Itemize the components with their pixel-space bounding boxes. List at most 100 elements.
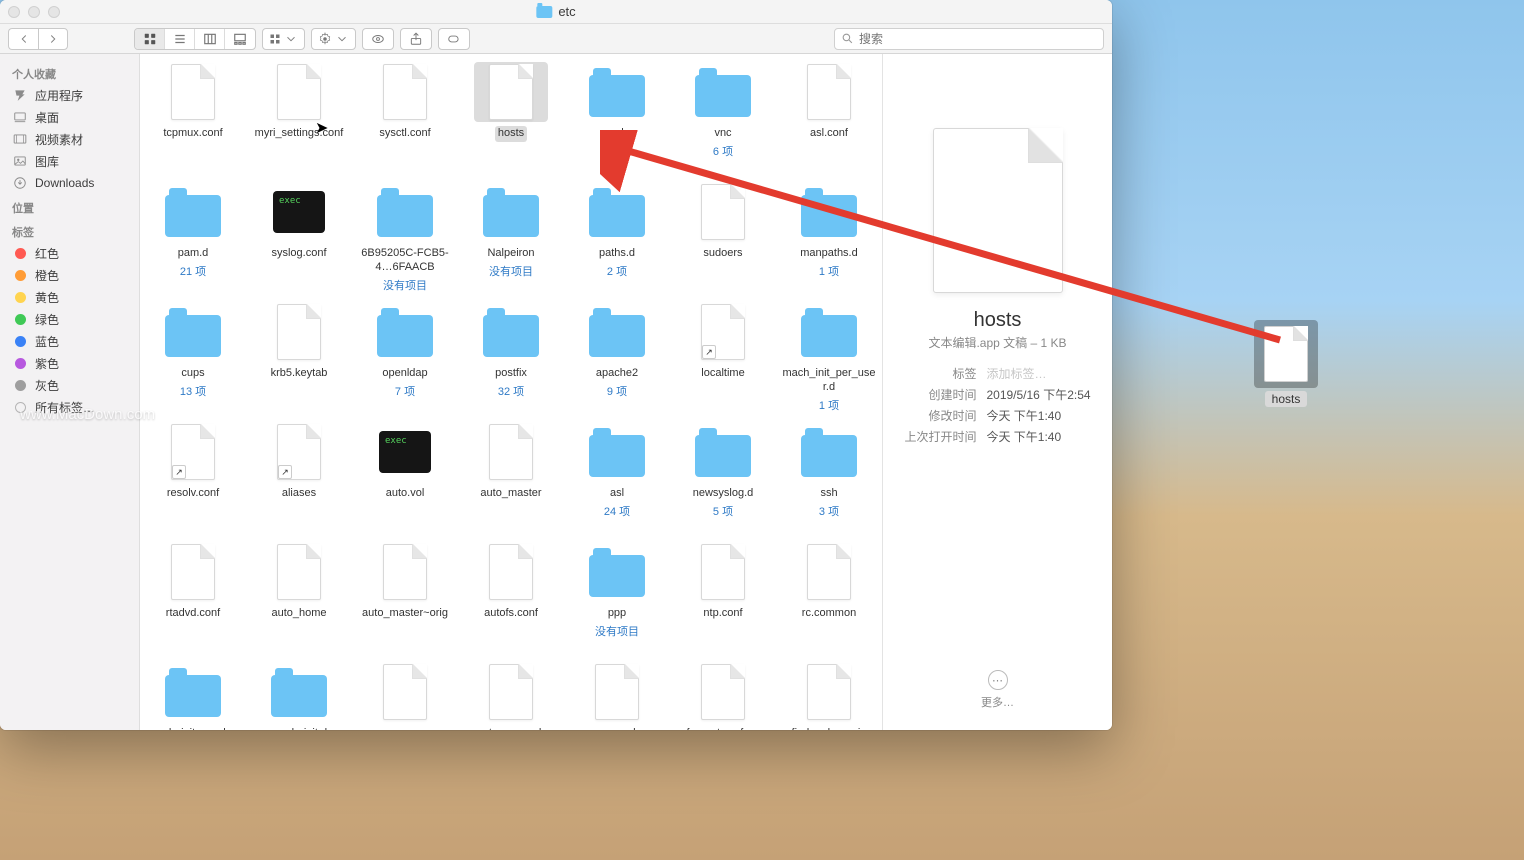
file-item[interactable]: sudoers: [670, 182, 776, 294]
file-item-subtitle: 21 项: [180, 263, 206, 279]
search-input[interactable]: [859, 32, 1097, 46]
file-item[interactable]: manpaths.d1 项: [776, 182, 882, 294]
sidebar-item[interactable]: 应用程序: [0, 84, 139, 106]
file-item[interactable]: ppp没有项目: [564, 542, 670, 654]
finder-window: etc 个人收藏应用程序桌面视频素材图库Downloads位置标签红色橙色黄色绿…: [0, 0, 1112, 730]
file-item[interactable]: passwd: [564, 662, 670, 730]
minimize-button[interactable]: [28, 6, 40, 18]
sidebar-item[interactable]: 绿色: [0, 308, 139, 330]
sidebar-item[interactable]: 红色: [0, 242, 139, 264]
folder-icon: [589, 315, 645, 357]
file-item[interactable]: auto_home: [246, 542, 352, 654]
sidebar-item[interactable]: 蓝色: [0, 330, 139, 352]
file-item-label: openldap: [379, 366, 430, 382]
file-item[interactable]: paths.d2 项: [564, 182, 670, 294]
file-item[interactable]: 6B95205C-FCB5-4…6FAACB没有项目: [352, 182, 458, 294]
file-item[interactable]: group: [352, 662, 458, 730]
gallery-view-button[interactable]: [225, 29, 255, 49]
folder-icon: [483, 315, 539, 357]
close-button[interactable]: [8, 6, 20, 18]
desktop-item-hosts[interactable]: hosts: [1254, 320, 1318, 407]
file-item[interactable]: asl24 项: [564, 422, 670, 534]
preview-more[interactable]: ⋯ 更多…: [981, 670, 1014, 710]
file-item[interactable]: sysctl.conf: [352, 62, 458, 174]
file-item[interactable]: ↗aliases: [246, 422, 352, 534]
quicklook-button[interactable]: [362, 28, 394, 50]
file-icon: [489, 64, 533, 120]
sidebar-item[interactable]: 桌面: [0, 106, 139, 128]
zoom-button[interactable]: [48, 6, 60, 18]
tag-dot-icon: [12, 356, 28, 370]
search-field[interactable]: [834, 28, 1104, 50]
file-item[interactable]: pam.d21 项: [140, 182, 246, 294]
file-item-subtitle: 13 项: [180, 383, 206, 399]
sidebar-item[interactable]: 橙色: [0, 264, 139, 286]
file-item[interactable]: vnc6 项: [670, 62, 776, 174]
file-item-subtitle: 24 项: [604, 503, 630, 519]
file-icon: [595, 664, 639, 720]
forward-button[interactable]: [38, 28, 68, 50]
file-item[interactable]: auto_master: [458, 422, 564, 534]
sidebar-item[interactable]: 图库: [0, 150, 139, 172]
sidebar-item[interactable]: 紫色: [0, 352, 139, 374]
column-view-button[interactable]: [195, 29, 225, 49]
tag-dot-icon: [12, 312, 28, 326]
file-item[interactable]: mach_init_per_log: [140, 662, 246, 730]
file-item[interactable]: mach_init_per_user.d1 项: [776, 302, 882, 414]
tag-dot-icon: [12, 290, 28, 304]
sidebar-item[interactable]: 视频素材: [0, 128, 139, 150]
folder-icon: [165, 675, 221, 717]
file-item[interactable]: mach_init.d: [246, 662, 352, 730]
folder-icon: [589, 555, 645, 597]
file-item[interactable]: rtadvd.conf: [140, 542, 246, 654]
file-item[interactable]: apache29 项: [564, 302, 670, 414]
sidebar-item[interactable]: 所有标签…: [0, 396, 139, 418]
file-item[interactable]: ↗resolv.conf: [140, 422, 246, 534]
file-item-label: master.passwd~o: [465, 726, 557, 730]
file-item[interactable]: ssl4 项: [564, 62, 670, 174]
sidebar-item[interactable]: 黄色: [0, 286, 139, 308]
arrange-button[interactable]: [262, 28, 305, 50]
exec-icon: exec: [273, 191, 325, 233]
file-icon: [701, 664, 745, 720]
file-area[interactable]: tcpmux.confmyri_settings.confsysctl.conf…: [140, 54, 882, 730]
sidebar-item-label: 黄色: [35, 289, 59, 306]
file-item[interactable]: newsyslog.d5 项: [670, 422, 776, 534]
file-item[interactable]: ntp.conf: [670, 542, 776, 654]
action-button[interactable]: [311, 28, 356, 50]
file-item[interactable]: ssh3 项: [776, 422, 882, 534]
icon-view-button[interactable]: [135, 29, 165, 49]
file-item[interactable]: autofs.conf: [458, 542, 564, 654]
file-item[interactable]: tcpmux.conf: [140, 62, 246, 174]
file-item[interactable]: cups13 项: [140, 302, 246, 414]
file-item[interactable]: myri_settings.conf: [246, 62, 352, 174]
preview-meta-value: 今天 下午1:40: [986, 428, 1090, 445]
file-item-subtitle: 9 项: [607, 383, 627, 399]
file-item[interactable]: Nalpeiron没有项目: [458, 182, 564, 294]
file-item[interactable]: rc.common: [776, 542, 882, 654]
file-item[interactable]: find.codes~orig: [776, 662, 882, 730]
file-item[interactable]: execsyslog.conf: [246, 182, 352, 294]
file-item[interactable]: afpovertcp.cfg~or: [670, 662, 776, 730]
file-item[interactable]: hosts: [458, 62, 564, 174]
file-item[interactable]: openldap7 项: [352, 302, 458, 414]
file-item[interactable]: asl.conf: [776, 62, 882, 174]
list-view-button[interactable]: [165, 29, 195, 49]
file-item[interactable]: postfix32 项: [458, 302, 564, 414]
file-item-label: manpaths.d: [797, 246, 860, 262]
file-item[interactable]: auto_master~orig: [352, 542, 458, 654]
file-item[interactable]: execauto.vol: [352, 422, 458, 534]
all-tags-icon: [12, 400, 28, 414]
window-controls: [8, 6, 60, 18]
file-item[interactable]: ↗localtime: [670, 302, 776, 414]
file-item[interactable]: krb5.keytab: [246, 302, 352, 414]
sidebar-item[interactable]: 灰色: [0, 374, 139, 396]
folder-icon: [801, 435, 857, 477]
preview-file-icon: [933, 128, 1063, 293]
file-item[interactable]: master.passwd~o: [458, 662, 564, 730]
tag-button[interactable]: [438, 28, 470, 50]
sidebar-item[interactable]: Downloads: [0, 172, 139, 194]
back-button[interactable]: [8, 28, 38, 50]
share-button[interactable]: [400, 28, 432, 50]
preview-meta-value[interactable]: 添加标签…: [986, 365, 1090, 382]
